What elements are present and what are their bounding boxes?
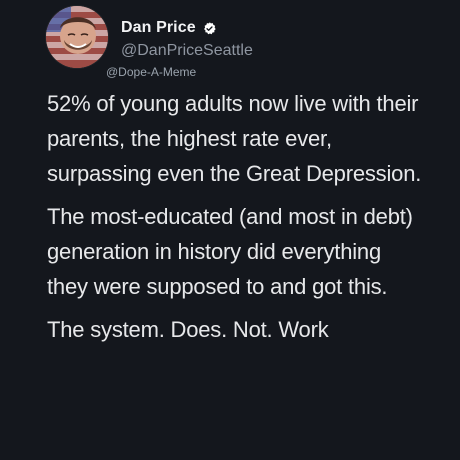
tweet-body: 52% of young adults now live with their … bbox=[47, 86, 427, 347]
author-name-row: Dan Price bbox=[121, 19, 217, 37]
tweet-paragraph-2: The most-educated (and most in debt) gen… bbox=[47, 204, 413, 299]
tweet-card: Dan Price @DanPriceSeattle @Dope-A-Meme … bbox=[0, 0, 460, 460]
author-handle[interactable]: @DanPriceSeattle bbox=[121, 42, 253, 60]
avatar[interactable] bbox=[46, 6, 108, 68]
verified-badge-icon bbox=[202, 21, 217, 36]
tweet-paragraph-3: The system. Does. Not. Work bbox=[47, 317, 329, 342]
tweet-paragraph-1: 52% of young adults now live with their … bbox=[47, 91, 422, 186]
author-name[interactable]: Dan Price bbox=[121, 19, 196, 37]
watermark: @Dope-A-Meme bbox=[106, 65, 197, 79]
tweet-header: Dan Price @DanPriceSeattle @Dope-A-Meme bbox=[46, 6, 426, 80]
